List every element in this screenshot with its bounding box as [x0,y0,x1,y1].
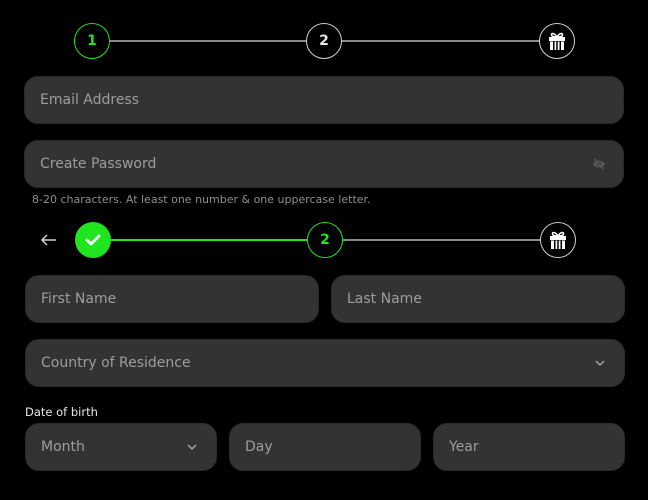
first-name-field[interactable]: First Name [25,275,319,323]
email-placeholder: Email Address [40,92,140,108]
email-field[interactable]: Email Address [24,76,624,124]
step-number: 2 [320,232,330,248]
first-name-placeholder: First Name [41,291,117,307]
chevron-down-icon [593,356,607,370]
arrow-left-icon[interactable] [40,231,58,249]
gift-icon [546,30,568,52]
step-2: 2 [306,23,342,59]
step-number: 2 [319,33,329,49]
step-reward [540,222,576,258]
step-number: 1 [87,33,97,49]
step-2: 2 [307,222,343,258]
last-name-placeholder: Last Name [347,291,422,307]
eye-slash-icon[interactable] [592,157,606,171]
dob-label: Date of birth [25,405,98,419]
country-select[interactable]: Country of Residence [25,339,625,387]
step-1-complete [75,222,111,258]
step-1: 1 [74,23,110,59]
step-reward [539,23,575,59]
progress-stepper-bottom: 2 [75,222,576,258]
step-connector-complete [93,239,325,241]
country-placeholder: Country of Residence [41,355,191,371]
chevron-down-icon [185,440,199,454]
day-placeholder: Day [245,439,273,455]
password-placeholder: Create Password [40,156,157,172]
step-connector [92,40,324,42]
day-field[interactable]: Day [229,423,421,471]
year-field[interactable]: Year [433,423,625,471]
gift-icon [547,229,569,251]
progress-stepper-top: 1 2 [74,23,575,59]
month-placeholder: Month [41,439,85,455]
year-placeholder: Year [449,439,479,455]
password-hint: 8-20 characters. At least one number & o… [32,193,371,206]
check-icon [85,233,101,247]
password-field[interactable]: Create Password [24,140,624,188]
month-select[interactable]: Month [25,423,217,471]
last-name-field[interactable]: Last Name [331,275,625,323]
